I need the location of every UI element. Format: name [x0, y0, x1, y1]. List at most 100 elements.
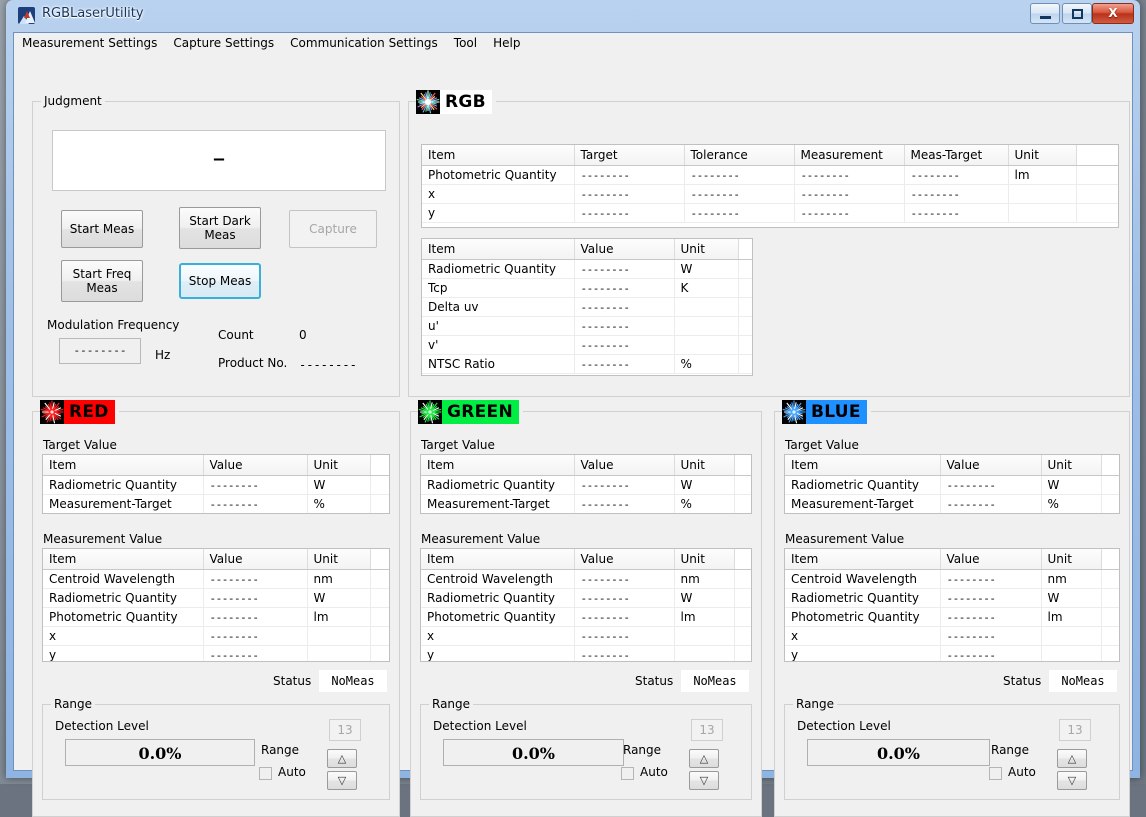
- menu-item-tool[interactable]: Tool: [446, 33, 485, 53]
- table-row[interactable]: x --------: [43, 626, 389, 646]
- green-range-down-button[interactable]: ▽: [689, 771, 719, 790]
- blue-target-table[interactable]: Item Value Unit Radiometric Quantity -------…: [784, 454, 1120, 514]
- table-row[interactable]: Radiometric Quantity -------- W: [785, 588, 1119, 608]
- table-row[interactable]: y --------: [785, 645, 1119, 661]
- table-row[interactable]: Radiometric Quantity -------- W: [421, 475, 751, 495]
- menu-item-capture-settings[interactable]: Capture Settings: [165, 33, 282, 53]
- column-header-item[interactable]: Item: [785, 549, 941, 570]
- column-header-spacer[interactable]: [370, 549, 389, 570]
- green-measurement-table[interactable]: Item Value Unit Centroid Wavelength --------…: [420, 548, 752, 662]
- red-auto-checkbox[interactable]: [259, 767, 272, 780]
- column-header-spacer[interactable]: [738, 239, 752, 260]
- column-header-unit[interactable]: Unit: [1041, 549, 1102, 570]
- column-header-unit[interactable]: Unit: [307, 549, 371, 570]
- column-header-value[interactable]: Value: [203, 455, 308, 476]
- column-header-value[interactable]: Value: [574, 239, 675, 260]
- column-header-item[interactable]: Item: [421, 455, 575, 476]
- column-header-spacer[interactable]: [1101, 549, 1119, 570]
- blue-starburst-icon: [782, 400, 806, 424]
- table-row[interactable]: y -------- -------- -------- --------: [422, 203, 1118, 223]
- column-header-unit[interactable]: Unit: [674, 239, 739, 260]
- rgb-main-table[interactable]: Item Target Tolerance Measurement Meas-Targe…: [421, 144, 1119, 228]
- table-row[interactable]: x --------: [785, 626, 1119, 646]
- table-row[interactable]: Centroid Wavelength -------- nm: [43, 569, 389, 589]
- title-bar[interactable]: RGBLaserUtility X: [6, 0, 1140, 32]
- column-header-unit[interactable]: Unit: [1041, 455, 1102, 476]
- table-row[interactable]: Centroid Wavelength -------- nm: [785, 569, 1119, 589]
- column-header-spacer[interactable]: [370, 455, 389, 476]
- capture-button[interactable]: Capture: [289, 210, 377, 248]
- blue-range-up-button[interactable]: △: [1057, 749, 1087, 768]
- column-header-unit[interactable]: Unit: [307, 455, 371, 476]
- column-header-unit[interactable]: Unit: [674, 549, 735, 570]
- column-header-value[interactable]: Value: [940, 455, 1042, 476]
- start-meas-button[interactable]: Start Meas: [61, 210, 143, 248]
- red-measurement-table[interactable]: Item Value Unit Centroid Wavelength --------…: [42, 548, 390, 662]
- table-row[interactable]: Measurement-Target --------%: [43, 494, 389, 513]
- blue-measurement-table[interactable]: Item Value Unit Centroid Wavelength --------…: [784, 548, 1120, 662]
- table-row[interactable]: v' --------: [422, 335, 752, 355]
- table-row[interactable]: x --------: [421, 626, 751, 646]
- column-header-measurement[interactable]: Measurement: [794, 145, 905, 166]
- column-header-meas-target[interactable]: Meas-Target: [904, 145, 1009, 166]
- start-freq-meas-button[interactable]: Start Freq Meas: [61, 260, 143, 302]
- column-header-item[interactable]: Item: [421, 549, 575, 570]
- table-row[interactable]: Delta uv --------: [422, 297, 752, 317]
- red-target-table[interactable]: Item Value Unit Radiometric Quantity -------…: [42, 454, 390, 514]
- table-row[interactable]: Photometric Quantity -------- lm: [785, 607, 1119, 627]
- minimize-button[interactable]: [1030, 3, 1060, 24]
- table-row[interactable]: y --------: [421, 645, 751, 661]
- column-header-target[interactable]: Target: [574, 145, 685, 166]
- menu-item-help[interactable]: Help: [485, 33, 528, 53]
- column-header-spacer[interactable]: [734, 549, 751, 570]
- table-row[interactable]: y --------: [43, 645, 389, 661]
- table-row[interactable]: Radiometric Quantity -------- W: [421, 588, 751, 608]
- column-header-item[interactable]: Item: [785, 455, 941, 476]
- table-row[interactable]: Radiometric Quantity -------- W: [785, 475, 1119, 495]
- start-dark-meas-button[interactable]: Start Dark Meas: [179, 207, 261, 249]
- table-cell: [734, 475, 751, 495]
- column-header-item[interactable]: Item: [43, 455, 204, 476]
- column-header-item[interactable]: Item: [422, 145, 575, 166]
- table-row[interactable]: Radiometric Quantity -------- W: [43, 475, 389, 495]
- column-header-spacer[interactable]: [734, 455, 751, 476]
- menu-item-measurement-settings[interactable]: Measurement Settings: [14, 33, 165, 53]
- close-button[interactable]: X: [1092, 3, 1134, 24]
- column-header-value[interactable]: Value: [574, 455, 675, 476]
- table-row[interactable]: Photometric Quantity -------- -------- ----…: [422, 165, 1118, 185]
- modulation-frequency-field[interactable]: --------: [59, 338, 141, 364]
- green-auto-checkbox[interactable]: [621, 767, 634, 780]
- stop-meas-button[interactable]: Stop Meas: [179, 263, 261, 299]
- table-row[interactable]: Measurement-Target --------%: [421, 494, 751, 513]
- blue-range-down-button[interactable]: ▽: [1057, 771, 1087, 790]
- column-header-tolerance[interactable]: Tolerance: [684, 145, 795, 166]
- table-row[interactable]: Centroid Wavelength -------- nm: [421, 569, 751, 589]
- green-target-table[interactable]: Item Value Unit Radiometric Quantity -------…: [420, 454, 752, 514]
- table-row[interactable]: NTSC Ratio --------%: [422, 354, 752, 374]
- table-row[interactable]: x -------- -------- -------- --------: [422, 184, 1118, 204]
- green-range-up-button[interactable]: △: [689, 749, 719, 768]
- column-header-unit[interactable]: Unit: [674, 455, 735, 476]
- column-header-value[interactable]: Value: [203, 549, 308, 570]
- column-header-value[interactable]: Value: [940, 549, 1042, 570]
- table-cell: --------: [574, 278, 675, 298]
- table-row[interactable]: Radiometric Quantity -------- W: [43, 588, 389, 608]
- red-range-down-button[interactable]: ▽: [327, 771, 357, 790]
- column-header-value[interactable]: Value: [574, 549, 675, 570]
- column-header-spacer[interactable]: [1076, 145, 1118, 166]
- red-range-up-button[interactable]: △: [327, 749, 357, 768]
- table-row[interactable]: Measurement-Target --------%: [785, 494, 1119, 513]
- table-row[interactable]: Tcp -------- K: [422, 278, 752, 298]
- rgb-sub-table[interactable]: Item Value Unit Radiometric Quantity ------…: [421, 238, 753, 376]
- column-header-spacer[interactable]: [1101, 455, 1119, 476]
- table-row[interactable]: Radiometric Quantity -------- W: [422, 259, 752, 279]
- blue-auto-checkbox[interactable]: [989, 767, 1002, 780]
- table-row[interactable]: u' --------: [422, 316, 752, 336]
- table-row[interactable]: Photometric Quantity -------- lm: [43, 607, 389, 627]
- column-header-item[interactable]: Item: [43, 549, 204, 570]
- menu-item-communication-settings[interactable]: Communication Settings: [282, 33, 446, 53]
- maximize-button[interactable]: [1062, 3, 1092, 24]
- table-row[interactable]: Photometric Quantity -------- lm: [421, 607, 751, 627]
- column-header-item[interactable]: Item: [422, 239, 575, 260]
- column-header-unit[interactable]: Unit: [1008, 145, 1077, 166]
